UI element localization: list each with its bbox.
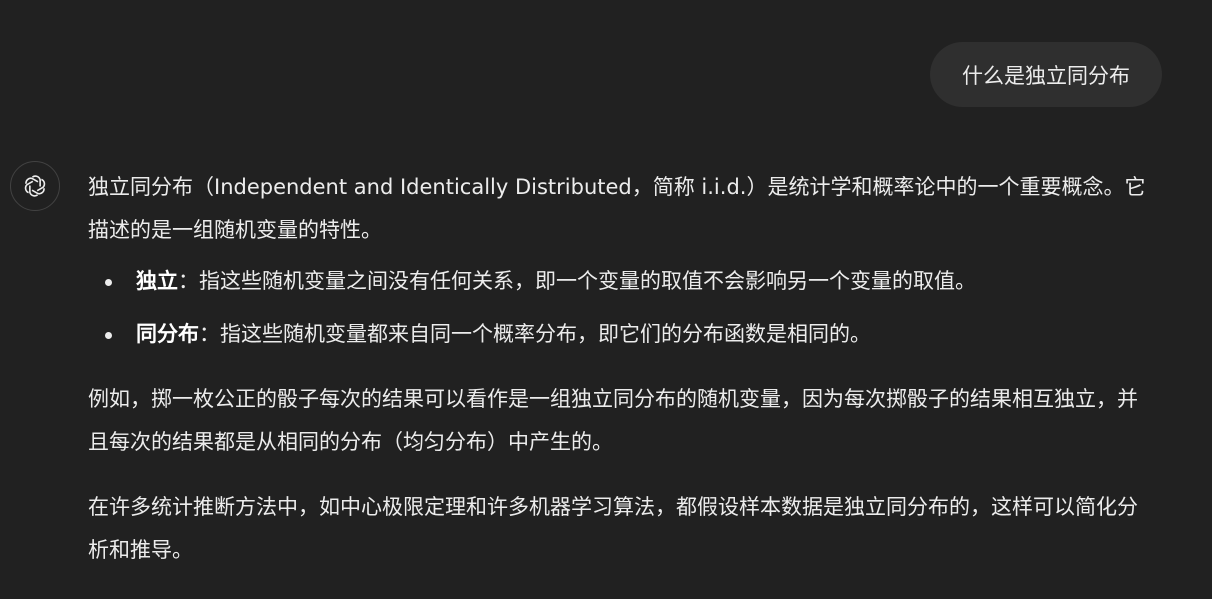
- list-item-term: 独立: [136, 269, 178, 293]
- user-message-text: 什么是独立同分布: [962, 63, 1130, 88]
- list-item-text: ：指这些随机变量之间没有任何关系，即一个变量的取值不会影响另一个变量的取值。: [178, 269, 976, 293]
- assistant-conclusion-paragraph: 在许多统计推断方法中，如中心极限定理和许多机器学习算法，都假设样本数据是独立同分…: [88, 495, 1138, 562]
- assistant-example-paragraph: 例如，掷一枚公正的骰子每次的结果可以看作是一组独立同分布的随机变量，因为每次掷骰…: [88, 387, 1138, 454]
- list-item: 同分布：指这些随机变量都来自同一个概率分布，即它们的分布函数是相同的。: [88, 313, 1158, 356]
- list-item-term: 同分布: [136, 322, 199, 346]
- openai-logo-icon: [24, 175, 46, 197]
- assistant-avatar: [10, 161, 60, 211]
- list-item: 独立：指这些随机变量之间没有任何关系，即一个变量的取值不会影响另一个变量的取值。: [88, 260, 1158, 303]
- assistant-message: 独立同分布（Independent and Identically Distri…: [88, 166, 1158, 572]
- list-item-text: ：指这些随机变量都来自同一个概率分布，即它们的分布函数是相同的。: [199, 322, 871, 346]
- assistant-intro-paragraph: 独立同分布（Independent and Identically Distri…: [88, 175, 1146, 242]
- user-message-bubble: 什么是独立同分布: [930, 42, 1162, 107]
- definition-list: 独立：指这些随机变量之间没有任何关系，即一个变量的取值不会影响另一个变量的取值。…: [88, 260, 1158, 356]
